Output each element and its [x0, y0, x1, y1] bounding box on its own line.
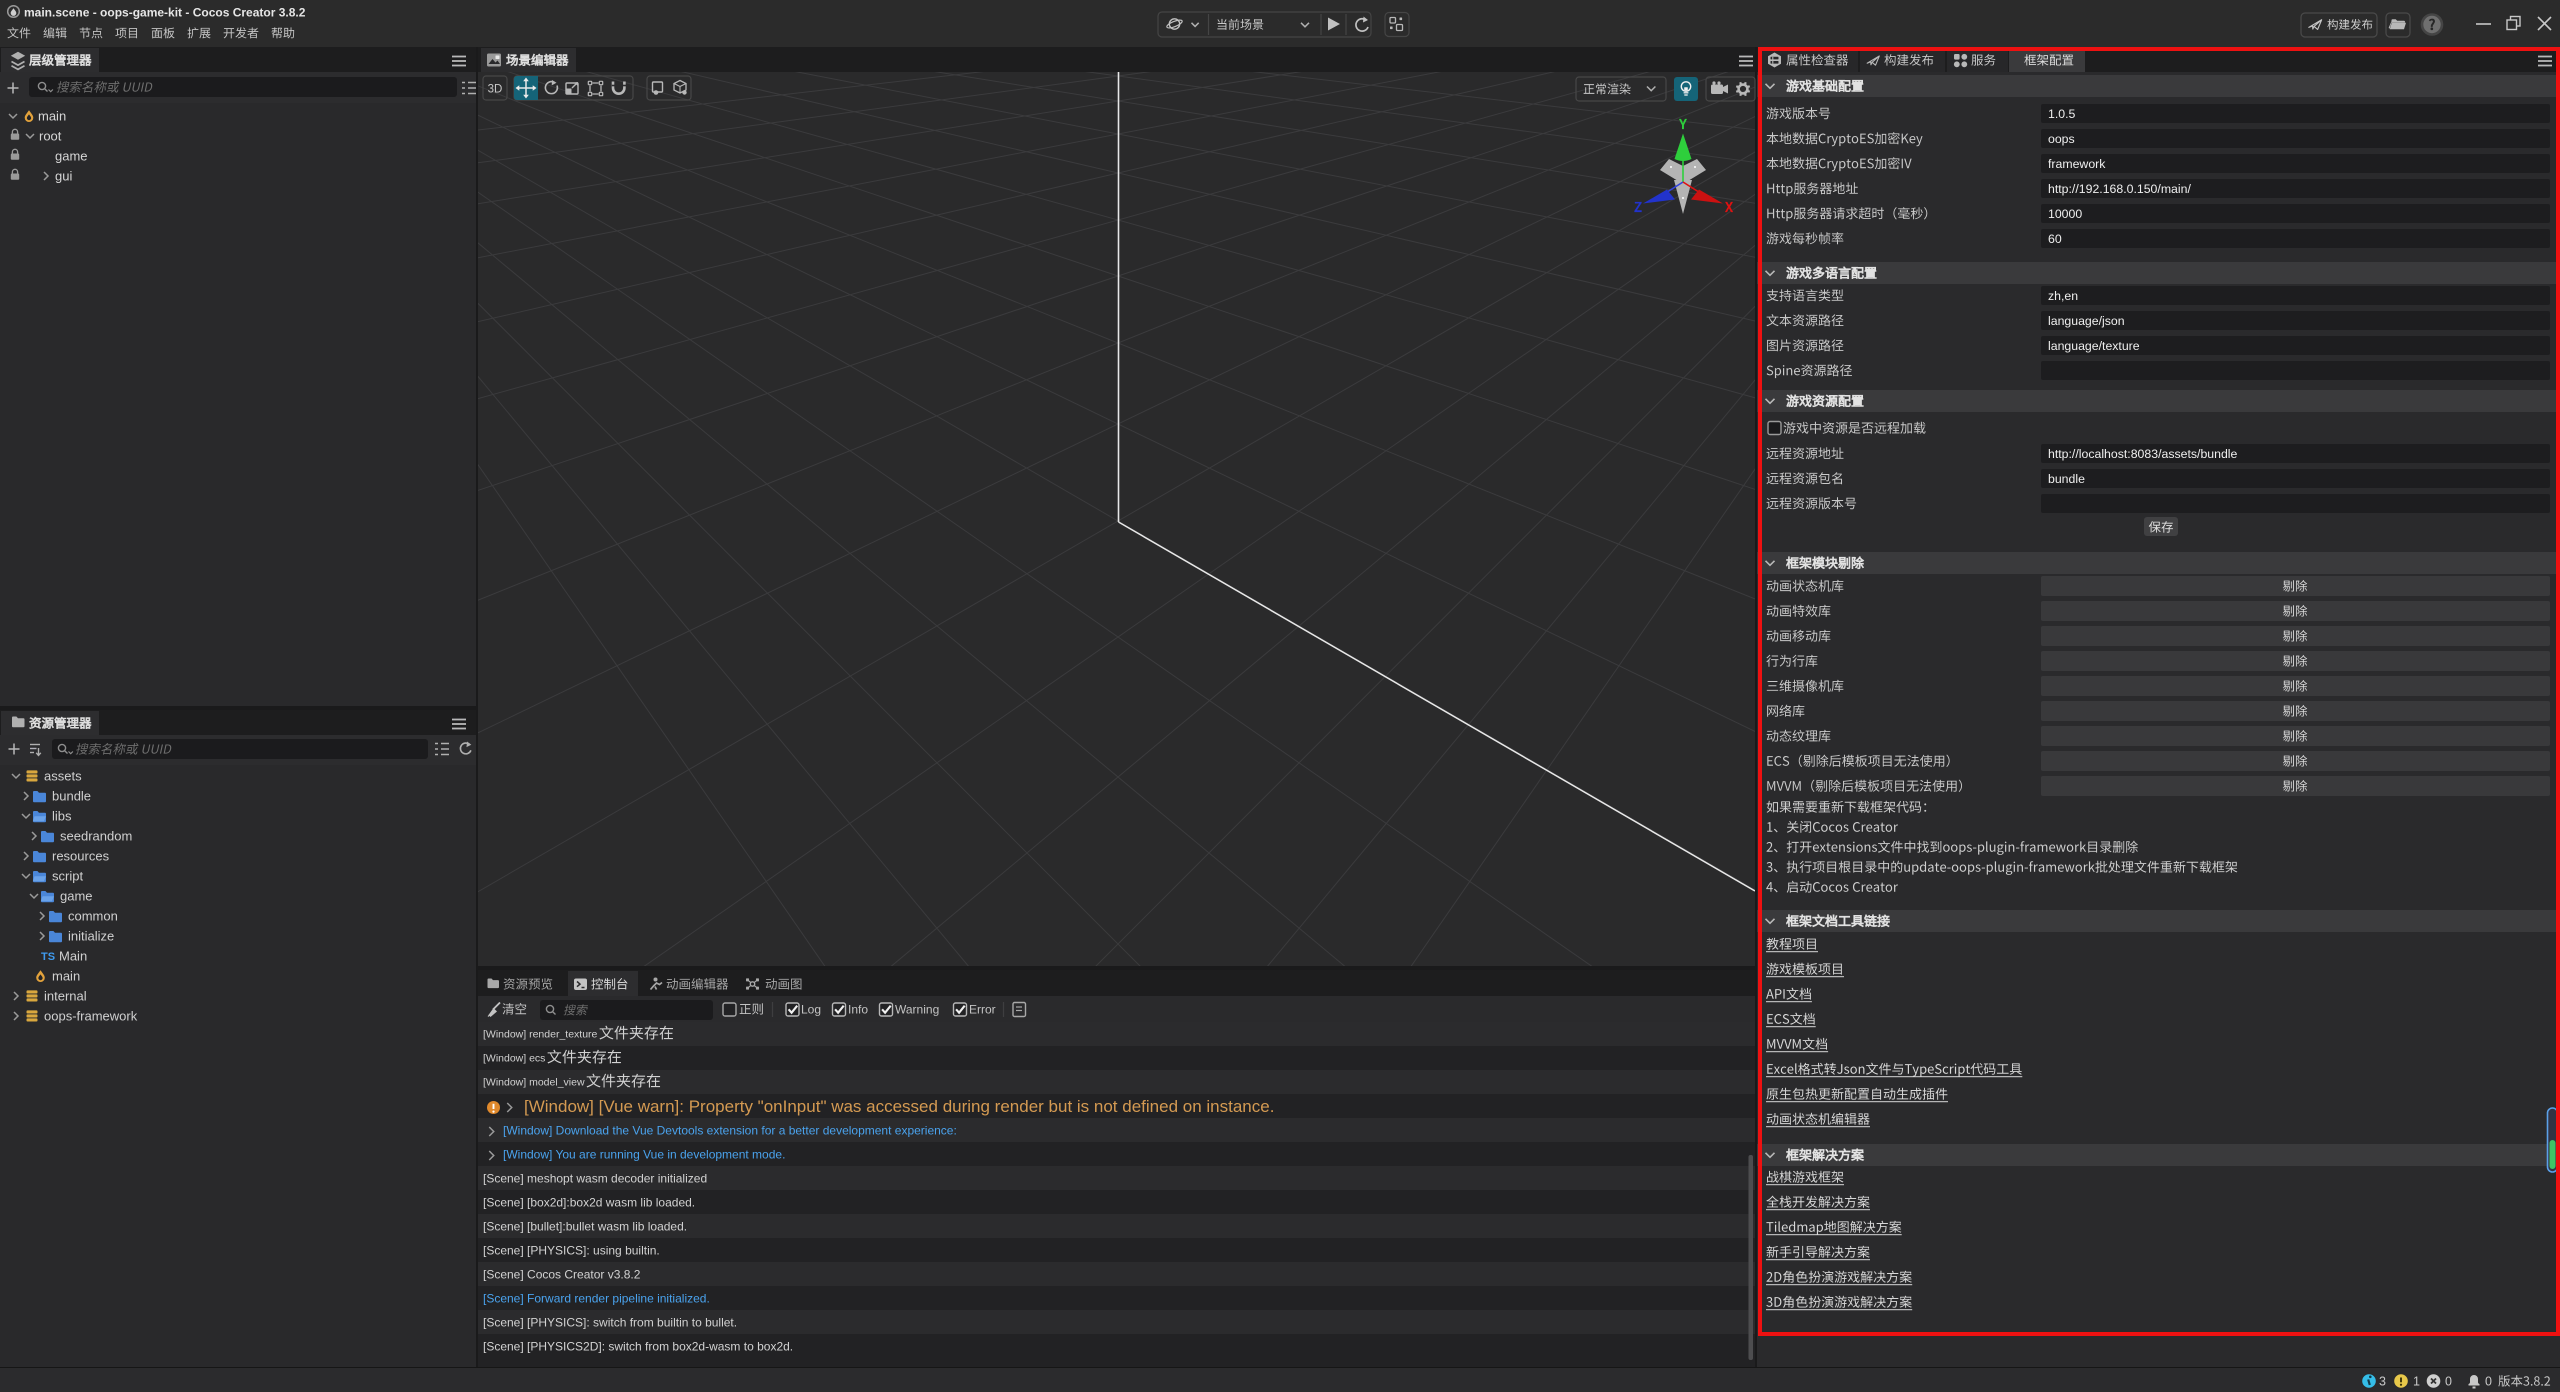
svg-text:[Scene] [PHYSICS2D]: switch fr: [Scene] [PHYSICS2D]: switch from box2d-w…: [483, 1339, 793, 1353]
svg-text:oops-framework: oops-framework: [44, 1009, 138, 1024]
svg-text:Main: Main: [59, 949, 87, 964]
svg-text:[Scene] [PHYSICS]: using built: [Scene] [PHYSICS]: using builtin.: [483, 1243, 660, 1257]
svg-text:game: game: [60, 889, 93, 904]
svg-text:[Scene] [PHYSICS]: switch from: [Scene] [PHYSICS]: switch from builtin t…: [483, 1315, 737, 1329]
svg-text:1: 1: [2413, 1374, 2420, 1388]
svg-text:root: root: [39, 129, 62, 144]
svg-text:[Scene] Cocos Creator v3.8.2: [Scene] Cocos Creator v3.8.2: [483, 1267, 641, 1281]
svg-text:assets: assets: [44, 769, 82, 784]
svg-text:[Window] You are running Vue i: [Window] You are running Vue in developm…: [503, 1147, 785, 1161]
svg-text:script: script: [52, 869, 83, 884]
svg-text:bundle: bundle: [52, 789, 91, 804]
svg-text:game: game: [55, 149, 88, 164]
svg-text:libs: libs: [52, 809, 72, 824]
svg-text:0: 0: [2485, 1374, 2492, 1388]
svg-text:[Window] ecs: [Window] ecs: [483, 1053, 545, 1065]
svg-text:main: main: [52, 969, 80, 984]
svg-text:[Scene] meshopt wasm decoder i: [Scene] meshopt wasm decoder initialized: [483, 1171, 707, 1185]
svg-text:Error: Error: [969, 1002, 996, 1016]
svg-text:[Scene] [bullet]:bullet wasm l: [Scene] [bullet]:bullet wasm lib loaded.: [483, 1219, 687, 1233]
svg-text:gui: gui: [55, 169, 72, 184]
svg-text:[Scene] [box2d]:box2d wasm lib: [Scene] [box2d]:box2d wasm lib loaded.: [483, 1195, 695, 1209]
svg-text:main.scene - oops-game-kit - C: main.scene - oops-game-kit - Cocos Creat…: [24, 5, 306, 19]
svg-text:0: 0: [2445, 1374, 2452, 1388]
svg-text:[Window] Download the Vue Devt: [Window] Download the Vue Devtools exten…: [503, 1123, 957, 1137]
svg-text:Log: Log: [801, 1002, 821, 1016]
svg-text:[Window] render_texture: [Window] render_texture: [483, 1029, 598, 1041]
svg-text:internal: internal: [44, 989, 87, 1004]
svg-text:3D: 3D: [488, 84, 503, 96]
svg-text:common: common: [68, 909, 118, 924]
svg-text:initialize: initialize: [68, 929, 114, 944]
svg-text:TS: TS: [41, 951, 55, 963]
svg-text:Warning: Warning: [895, 1002, 939, 1016]
svg-text:3: 3: [2379, 1374, 2386, 1388]
svg-text:seedrandom: seedrandom: [60, 829, 132, 844]
svg-text:Info: Info: [848, 1002, 868, 1016]
svg-text:[Scene] Forward render pipelin: [Scene] Forward render pipeline initiali…: [483, 1291, 710, 1305]
svg-text:main: main: [38, 109, 66, 124]
svg-text:[Window] model_view: [Window] model_view: [483, 1077, 585, 1089]
svg-text:resources: resources: [52, 849, 110, 864]
svg-text:[Window] [Vue warn]: Property: [Window] [Vue warn]: Property "onInput" …: [524, 1097, 1274, 1116]
